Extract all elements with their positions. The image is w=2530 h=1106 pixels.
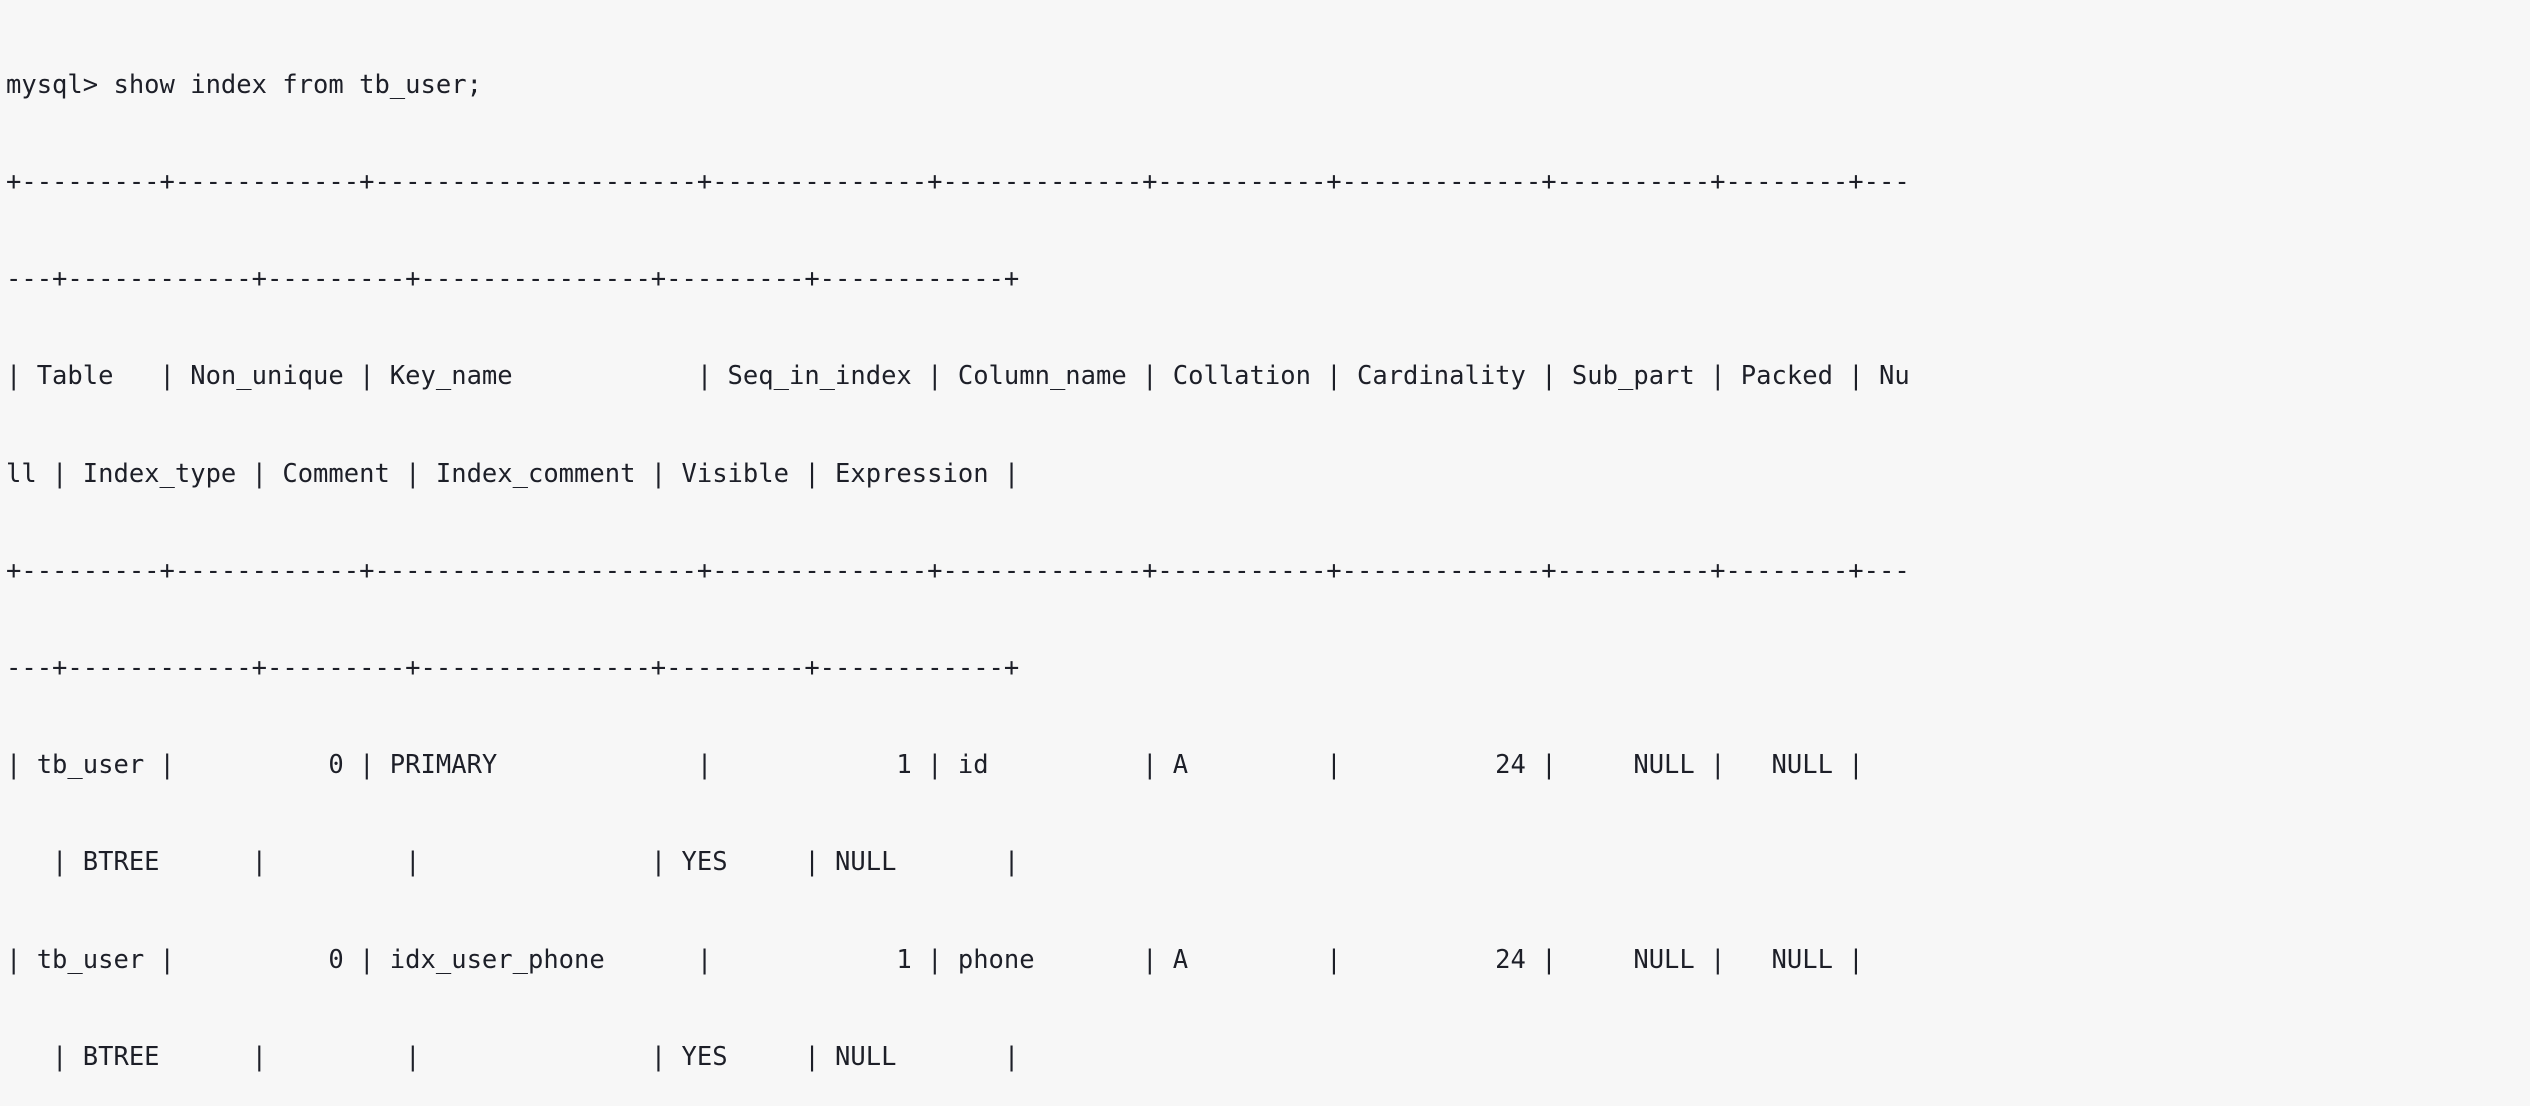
- terminal-line-header-part1: | Table | Non_unique | Key_name | Seq_in…: [6, 361, 1910, 392]
- terminal-line-row1-part1: | tb_user | 0 | PRIMARY | 1 | id | A | 2…: [6, 750, 1864, 781]
- terminal-line-separator-top-part1: +---------+------------+----------------…: [6, 167, 1910, 198]
- terminal-line-row2-part2: | BTREE | | | YES | NULL |: [6, 1041, 1020, 1072]
- terminal-line-row2-part1: | tb_user | 0 | idx_user_phone | 1 | pho…: [6, 944, 1864, 975]
- terminal-line-separator-mid-part2: ---+------------+---------+-------------…: [6, 653, 1020, 684]
- terminal-line-header-part2: ll | Index_type | Comment | Index_commen…: [6, 458, 1020, 489]
- terminal-line-row1-part2: | BTREE | | | YES | NULL |: [6, 847, 1020, 878]
- terminal-line-separator-top-part2: ---+------------+---------+-------------…: [6, 264, 1020, 295]
- terminal-line-separator-mid-part1: +---------+------------+----------------…: [6, 555, 1910, 586]
- terminal-output-pane[interactable]: mysql> show index from tb_user; +-------…: [0, 0, 2530, 1072]
- terminal-line-command: mysql> show index from tb_user;: [6, 69, 482, 100]
